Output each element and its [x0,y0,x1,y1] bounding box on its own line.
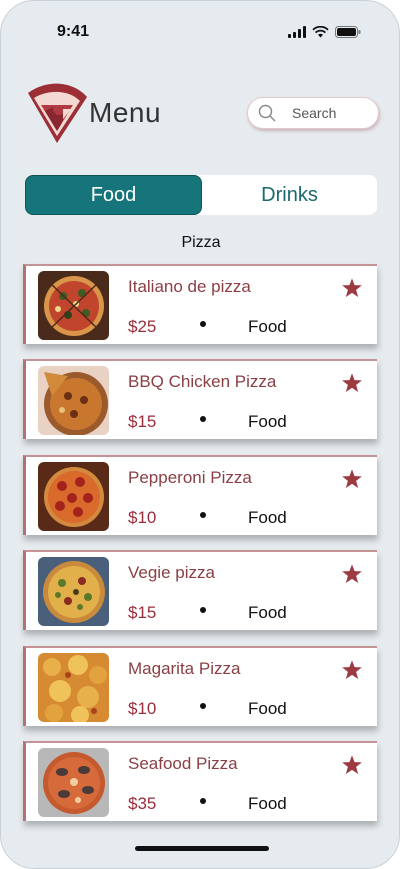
pizza-image [38,653,109,722]
item-price: $15 [128,603,157,622]
battery-icon [335,26,361,38]
star-icon[interactable] [341,754,363,776]
item-name: Seafood Pizza [128,754,238,773]
home-indicator[interactable] [135,846,269,851]
section-title: Pizza [181,234,221,251]
tab-drinks[interactable]: Drinks [202,175,377,215]
item-price: $25 [128,317,157,336]
wifi-icon [312,26,329,38]
tab-food[interactable]: Food [25,175,202,215]
star-icon[interactable] [341,277,363,299]
item-name: Magarita Pizza [128,659,241,678]
item-category: Food [248,699,287,718]
item-name: Vegie pizza [128,563,215,582]
item-name: BBQ Chicken Pizza [128,372,277,391]
separator-dot [200,703,206,709]
item-category: Food [248,794,287,813]
pizza-image [38,271,109,340]
star-icon[interactable] [341,659,363,681]
menu-item-card[interactable]: BBQ Chicken Pizza $15 Food [23,359,377,439]
separator-dot [200,512,206,518]
separator-dot [200,607,206,613]
category-tabs: Food Drinks [25,175,377,215]
star-icon[interactable] [341,468,363,490]
item-category: Food [248,603,287,622]
item-price: $10 [128,508,157,527]
pizza-image [38,557,109,626]
status-time: 9:41 [57,23,90,40]
separator-dot [200,416,206,422]
pizza-image [38,366,109,435]
star-icon[interactable] [341,563,363,585]
star-icon[interactable] [341,372,363,394]
item-price: $10 [128,699,157,718]
phone-screen: 9:41 Menu Search Food Drinks Pizza Itali… [0,0,400,869]
pizza-logo [23,81,89,147]
item-category: Food [248,317,287,336]
signal-icon [288,26,306,38]
menu-item-card[interactable]: Vegie pizza $15 Food [23,550,377,630]
item-category: Food [248,508,287,527]
search-input[interactable] [292,105,372,121]
status-icons [288,26,361,38]
item-price: $35 [128,794,157,813]
menu-item-card[interactable]: Pepperoni Pizza $10 Food [23,455,377,535]
menu-item-card[interactable]: Seafood Pizza $35 Food [23,741,377,821]
separator-dot [200,798,206,804]
pizza-image [38,748,109,817]
item-price: $15 [128,412,157,431]
pizza-image [38,462,109,531]
search-icon [258,104,276,122]
menu-item-card[interactable]: Italiano de pizza $25 Food [23,264,377,344]
page-title: Menu [89,97,162,128]
separator-dot [200,321,206,327]
item-name: Pepperoni Pizza [128,468,252,487]
search-bar[interactable] [247,97,379,129]
item-category: Food [248,412,287,431]
menu-item-card[interactable]: Magarita Pizza $10 Food [23,646,377,726]
item-name: Italiano de pizza [128,277,251,296]
